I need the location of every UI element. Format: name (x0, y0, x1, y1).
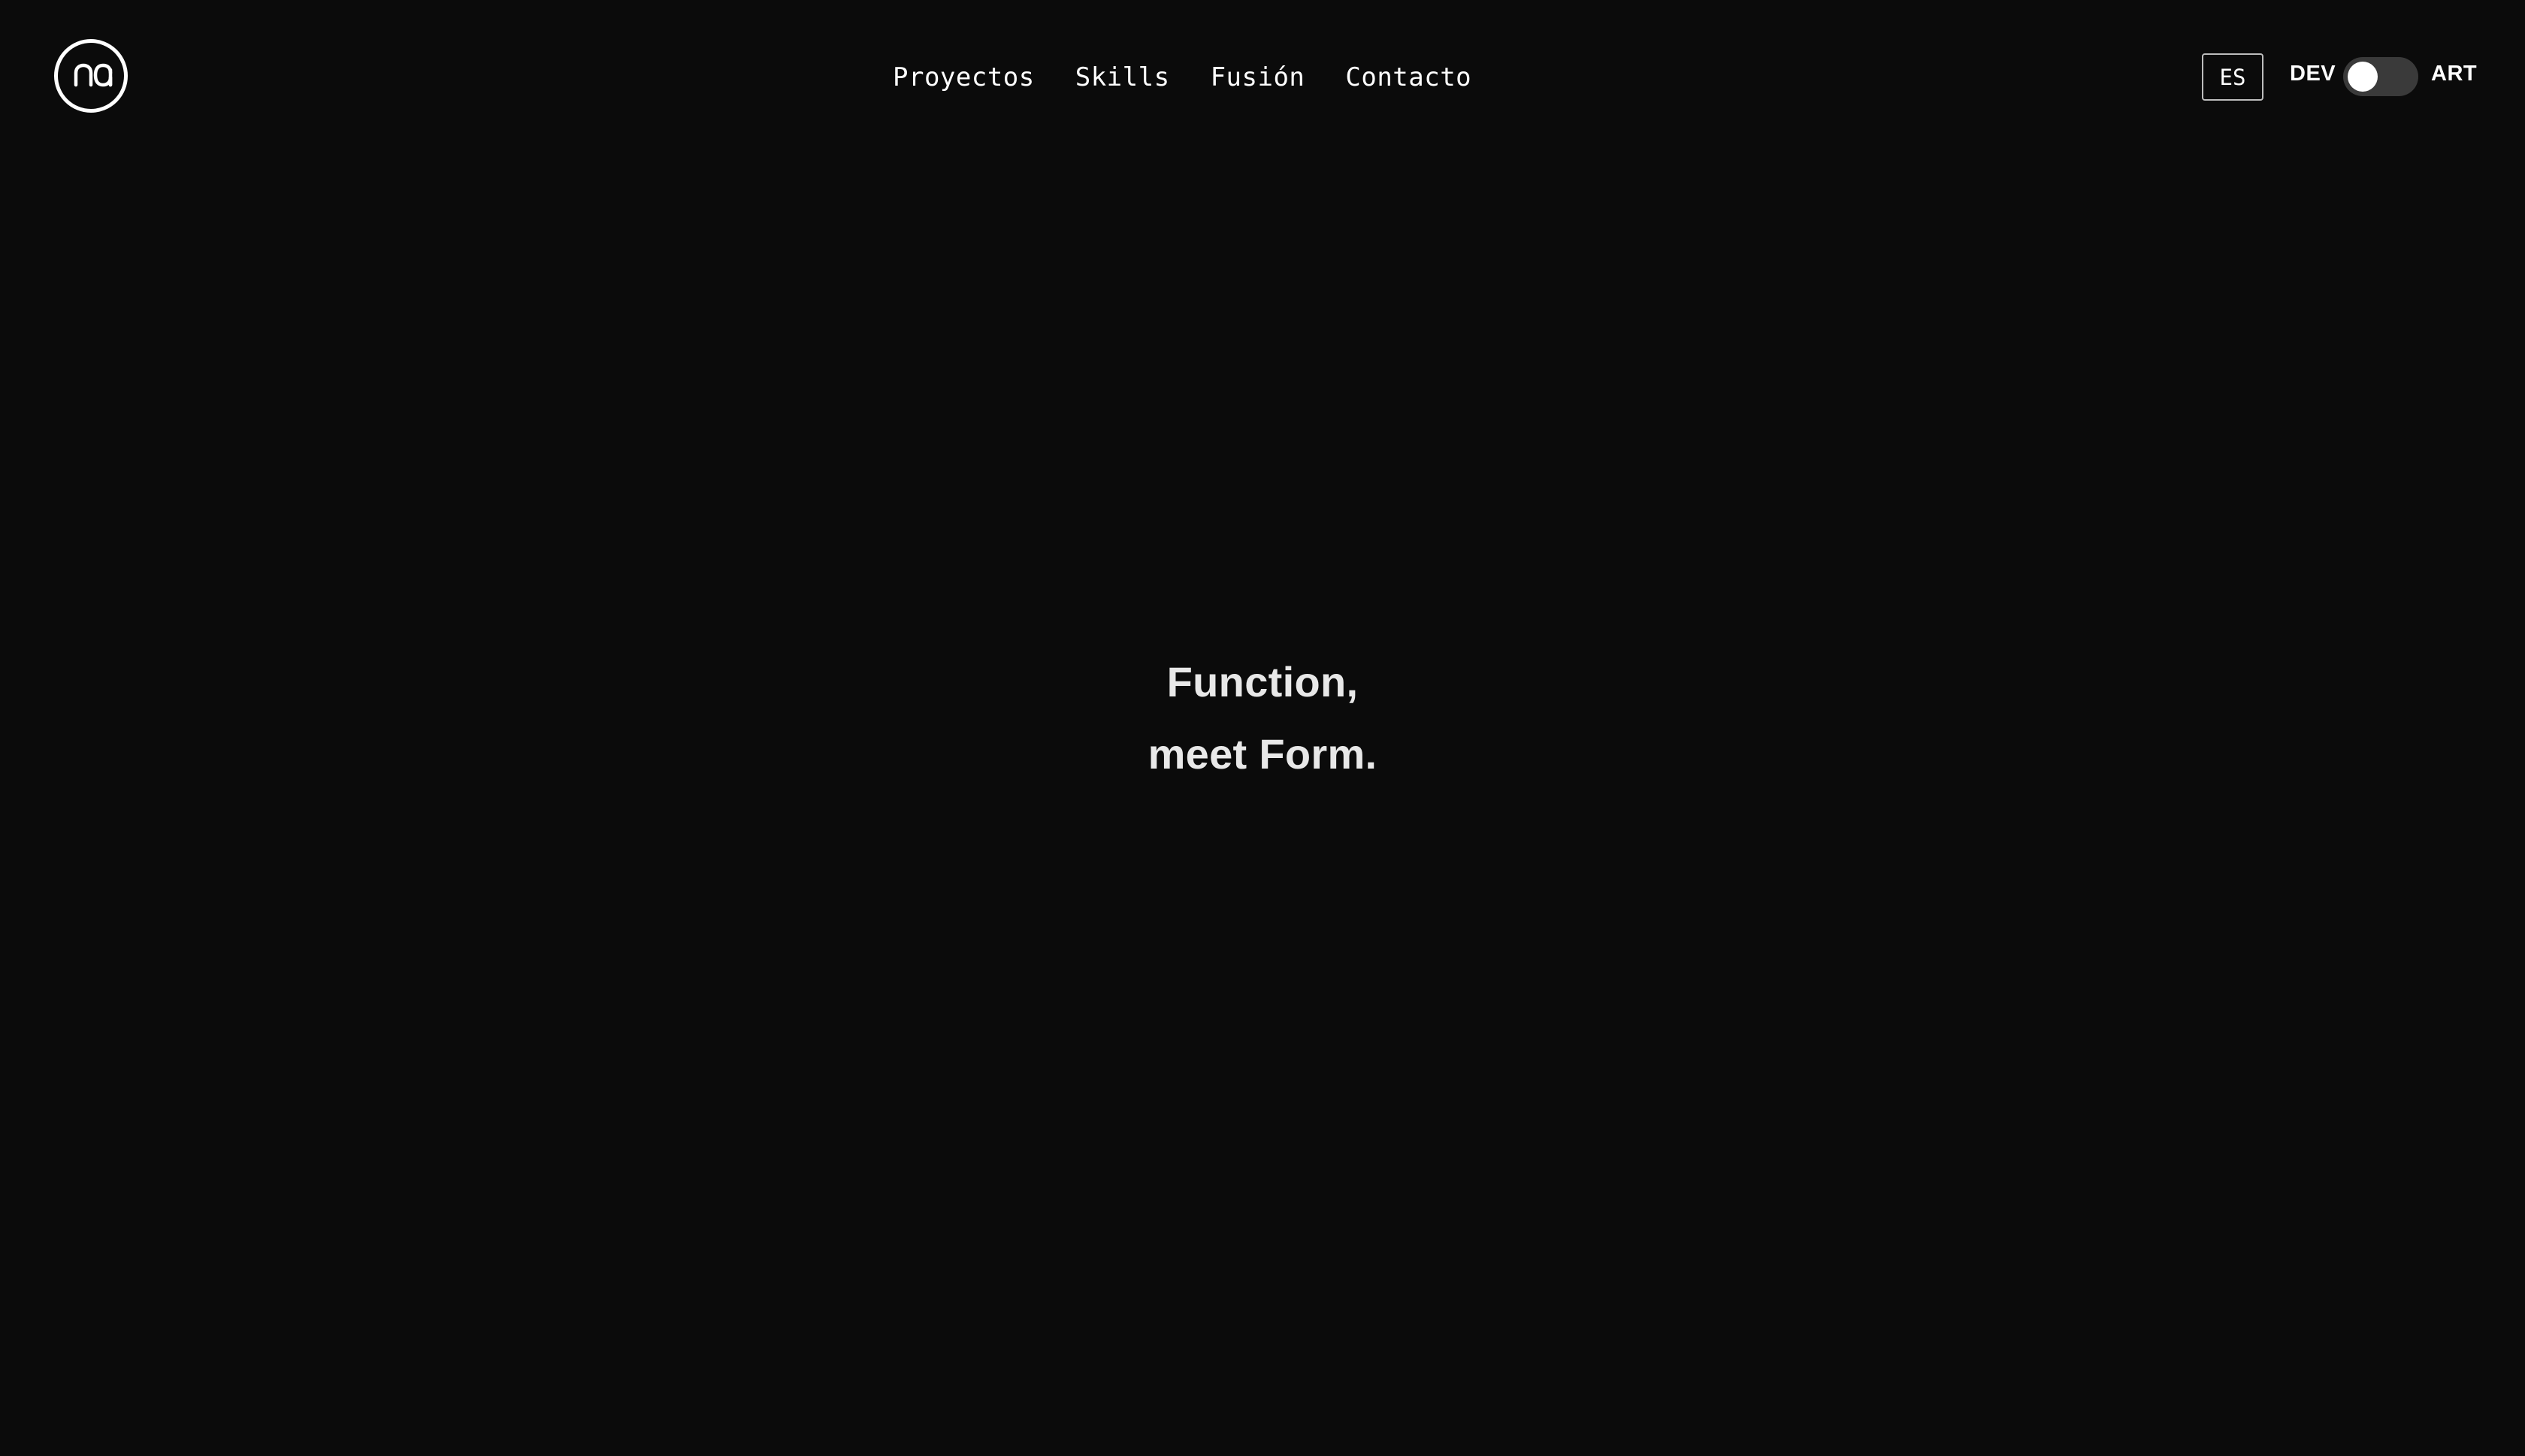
nav-link-contacto[interactable]: Contacto (1345, 62, 1471, 92)
hero-heading-line-2: meet Form. (1148, 730, 1377, 778)
dev-art-toggle[interactable] (2343, 57, 2418, 96)
toggle-knob (2348, 62, 2378, 92)
site-header: Proyectos Skills Fusión Contacto ES DEV … (0, 0, 2525, 154)
hero: Function, meet Form. (0, 646, 2525, 790)
nav-link-fusion[interactable]: Fusión (1211, 62, 1305, 92)
nav-link-skills[interactable]: Skills (1075, 62, 1170, 92)
page: Proyectos Skills Fusión Contacto ES DEV … (0, 0, 2525, 1456)
mode-label-dev: DEV (2290, 62, 2336, 86)
language-button[interactable]: ES (2202, 53, 2263, 101)
nav-link-proyectos[interactable]: Proyectos (893, 62, 1035, 92)
hero-heading-line-1: Function, (1166, 658, 1359, 705)
nav-links: Proyectos Skills Fusión Contacto (893, 54, 1471, 101)
mode-label-art: ART (2431, 62, 2478, 86)
main-nav: Proyectos Skills Fusión Contacto (0, 54, 2525, 101)
